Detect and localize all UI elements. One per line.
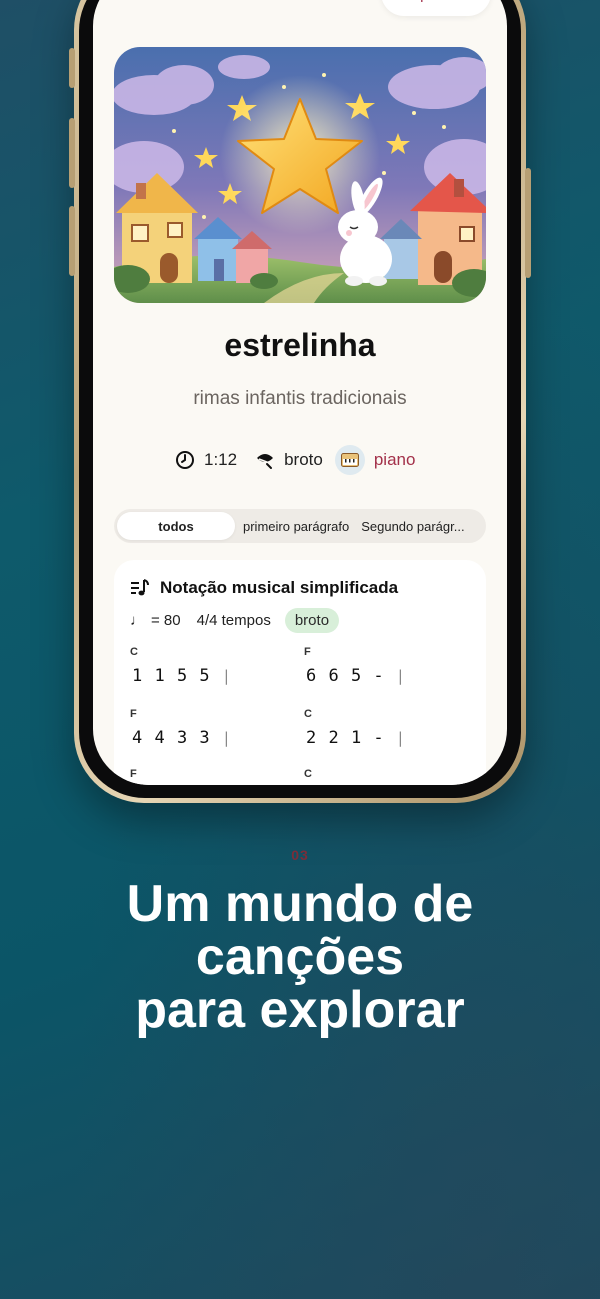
partial-header-button[interactable]: — p (381, 0, 491, 16)
time-signature: 4/4 tempos (196, 612, 271, 629)
song-subtitle: rimas infantis tradicionais (193, 388, 407, 409)
music-notation-icon (130, 578, 150, 598)
tab-segundo-paragrafo[interactable]: Segundo parágr... (355, 519, 470, 534)
volume-down-button (69, 206, 75, 276)
chord-label: F (130, 768, 137, 780)
promo-headline: Um mundo de canções para explorar (0, 878, 600, 1037)
song-title: estrelinha (224, 327, 376, 363)
measure-notes: 4 4 3 3 | (132, 728, 232, 748)
bar-line: | (395, 667, 406, 685)
phone-screen: — — — — — — p (93, 0, 507, 785)
chord-label: F (304, 646, 311, 658)
notation-card: Notação musical simplificada ♩ = 80 4/4 … (114, 560, 486, 785)
notes-text: 6 6 5 - (306, 666, 385, 686)
song-meta-row: 1:12 broto piano (175, 444, 475, 476)
headline-line: Um mundo de (126, 875, 474, 933)
level-value: broto (284, 450, 323, 469)
chord-label: C (304, 708, 312, 720)
bar-line: | (221, 667, 232, 685)
duration-value: 1:12 (204, 450, 238, 469)
chord-label: F (130, 708, 137, 720)
measure-notes: 6 6 5 - | (306, 666, 406, 686)
headline-line: para explorar (135, 981, 465, 1039)
duration: 1:12 (175, 450, 237, 470)
measure-notes: 1 1 5 5 | (132, 666, 232, 686)
notation-title: Notação musical simplificada (160, 578, 399, 597)
step-number: 03 (291, 847, 309, 863)
song-cover-illustration (114, 47, 486, 303)
tempo-note-icon: ♩ (130, 612, 145, 629)
bar-line: | (395, 729, 406, 747)
difficulty-level: broto (255, 450, 323, 470)
piano-icon (334, 445, 365, 475)
section-tabs: todos primeiro parágrafo Segundo parágr.… (114, 509, 486, 543)
notes-text: 4 4 3 3 (132, 728, 211, 748)
bar-line: | (221, 729, 232, 747)
notes-text: 2 2 1 - (306, 728, 385, 748)
tempo-value: = 80 (151, 612, 181, 629)
chord-label: C (130, 646, 138, 658)
leaf-icon (255, 450, 275, 470)
tab-primeiro-paragrafo[interactable]: primeiro parágrafo (237, 519, 355, 534)
instrument-value: piano (373, 450, 416, 469)
partial-header-button-label: — p (401, 0, 429, 3)
measure-notes: 2 2 1 - | (306, 728, 406, 748)
silent-switch (69, 48, 75, 88)
level-badge: broto (284, 608, 340, 633)
clock-icon (175, 450, 195, 470)
volume-up-button (69, 118, 75, 188)
instrument: piano (334, 445, 416, 475)
partial-header-title: — — — — — (123, 0, 236, 8)
chord-label: C (304, 768, 312, 780)
tab-todos[interactable]: todos (117, 512, 235, 540)
notation-meta: ♩ = 80 4/4 tempos broto (130, 608, 340, 633)
notation-header: Notação musical simplificada (130, 578, 398, 598)
notes-text: 1 1 5 5 (132, 666, 211, 686)
star-bunny-illustration (114, 47, 486, 303)
headline-line: canções (195, 928, 405, 986)
power-button (525, 168, 531, 278)
